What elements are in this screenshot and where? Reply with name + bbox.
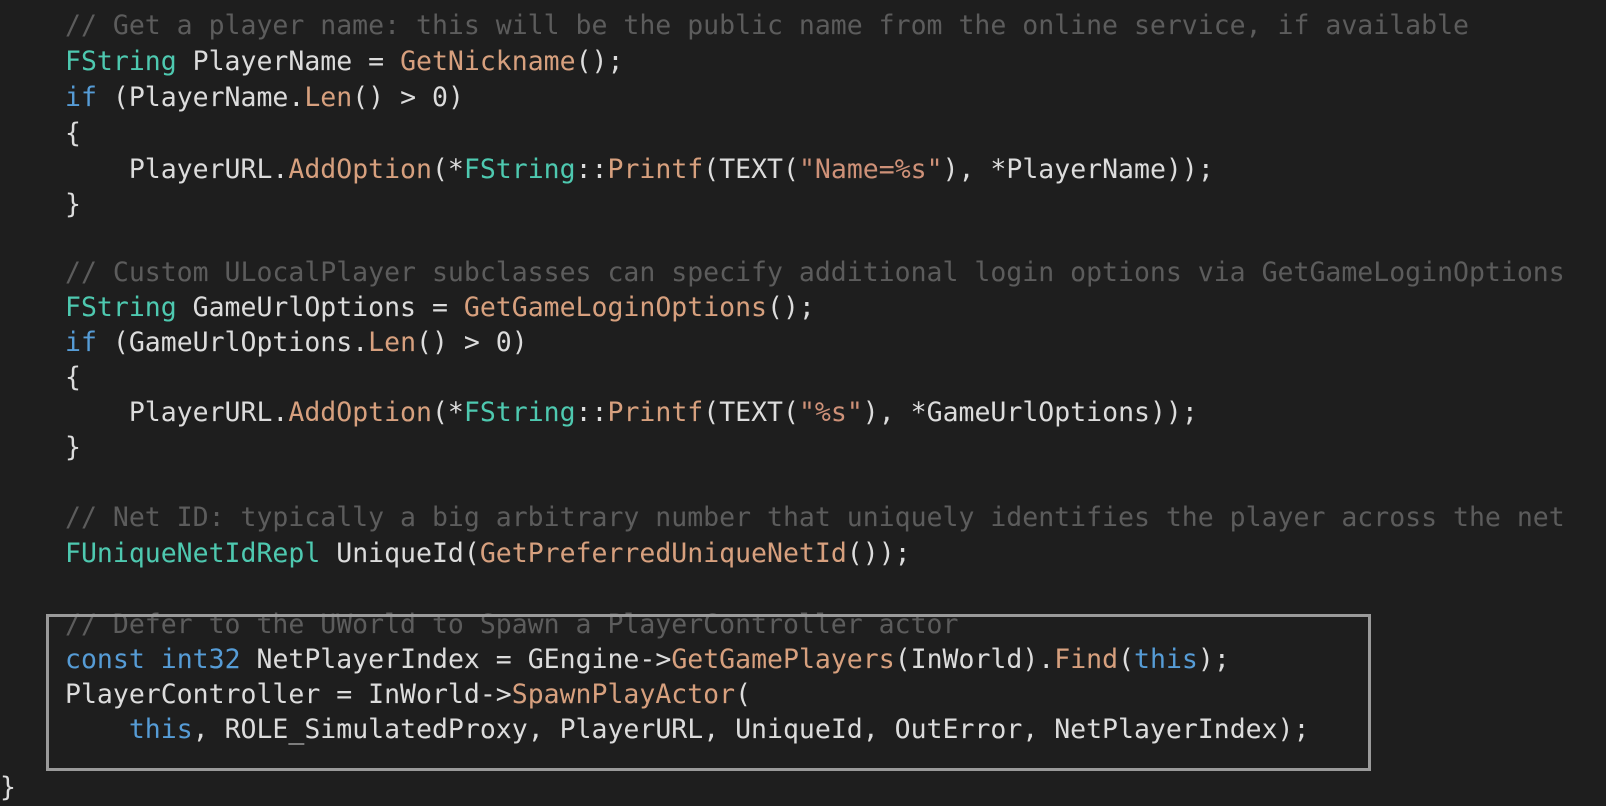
code-token-func: GetGamePlayers (671, 644, 895, 675)
code-token-plain: (GameUrlOptions. (96, 327, 369, 358)
code-token-plain: () > 0) (416, 327, 528, 358)
code-token-keyword: this (128, 714, 193, 745)
code-token-comment: // Net ID: typically a big arbitrary num… (65, 502, 1565, 533)
code-token-keyword: int32 (160, 644, 241, 675)
code-token-plain: ), *PlayerName)); (942, 154, 1214, 185)
code-token-keyword: const (65, 644, 145, 675)
code-line[interactable]: this, ROLE_SimulatedProxy, PlayerURL, Un… (65, 712, 1310, 748)
code-token-comment: // Custom ULocalPlayer subclasses can sp… (65, 257, 1565, 288)
code-token-func: Len (304, 82, 353, 113)
code-line[interactable]: FString PlayerName = GetNickname(); (65, 44, 623, 80)
code-line[interactable]: // Custom ULocalPlayer subclasses can sp… (65, 255, 1565, 291)
code-token-plain: () > 0) (352, 82, 464, 113)
code-line[interactable]: } (65, 187, 81, 223)
code-token-keyword: if (65, 82, 97, 113)
code-token-plain: :: (575, 154, 608, 185)
code-token-keyword: this (1134, 644, 1198, 675)
code-token-plain: PlayerName = (176, 46, 401, 77)
code-token-plain: (PlayerName. (96, 82, 305, 113)
code-line[interactable]: FString GameUrlOptions = GetGameLoginOpt… (65, 290, 815, 326)
code-token-type: FString (463, 397, 576, 428)
code-token-plain: PlayerController = InWorld-> (65, 679, 512, 710)
code-token-plain: { (65, 118, 81, 149)
code-line[interactable]: FUniqueNetIdRepl UniqueId(GetPreferredUn… (65, 536, 911, 572)
code-token-comment: // Get a player name: this will be the p… (65, 10, 1469, 41)
code-token-plain: (); (575, 46, 624, 77)
code-line[interactable]: PlayerController = InWorld->SpawnPlayAct… (65, 677, 751, 713)
code-token-plain: ), *GameUrlOptions)); (862, 397, 1198, 428)
code-token-plain: (* (431, 154, 464, 185)
code-token-keyword: if (65, 327, 97, 358)
code-token-func: SpawnPlayActor (511, 679, 736, 710)
code-token-plain: (TEXT( (703, 397, 799, 428)
code-token-plain: } (65, 189, 81, 220)
code-editor[interactable]: // Get a player name: this will be the p… (0, 0, 1606, 803)
code-token-plain: UniqueId( (320, 538, 480, 569)
code-token-comment: // Defer to the UWorld to Spawn a Player… (65, 609, 959, 640)
code-token-plain: ()); (846, 538, 911, 569)
code-token-func: GetNickname (400, 46, 576, 77)
code-token-plain: } (65, 432, 81, 463)
code-token-plain: (); (767, 292, 815, 323)
code-token-func: Find (1054, 644, 1119, 675)
code-token-func: Printf (607, 397, 704, 428)
code-line[interactable]: PlayerURL.AddOption(*FString::Printf(TEX… (65, 395, 1198, 431)
code-token-plain: GameUrlOptions = (176, 292, 464, 323)
code-line[interactable]: // Get a player name: this will be the p… (65, 8, 1469, 44)
code-token-string: "Name=%s" (798, 154, 943, 185)
code-token-plain: ); (1197, 644, 1230, 675)
code-line[interactable]: { (65, 360, 81, 396)
code-token-func: Printf (607, 154, 704, 185)
code-token-plain: (TEXT( (703, 154, 799, 185)
code-token-plain: NetPlayerIndex = GEngine-> (240, 644, 672, 675)
code-token-func: Len (368, 327, 417, 358)
code-token-type: FUniqueNetIdRepl (65, 538, 321, 569)
code-token-func: AddOption (288, 154, 432, 185)
code-line[interactable]: if (PlayerName.Len() > 0) (65, 80, 464, 116)
code-line[interactable]: const int32 NetPlayerIndex = GEngine->Ge… (65, 642, 1230, 678)
code-token-plain: ( (1118, 644, 1135, 675)
code-line[interactable]: // Net ID: typically a big arbitrary num… (65, 500, 1565, 536)
closing-brace: } (0, 772, 16, 803)
code-token-plain: ( (735, 679, 752, 710)
code-line[interactable]: PlayerURL.AddOption(*FString::Printf(TEX… (65, 152, 1214, 188)
code-line[interactable]: if (GameUrlOptions.Len() > 0) (65, 325, 528, 361)
code-token-plain: , ROLE_SimulatedProxy, PlayerURL, Unique… (192, 714, 1310, 745)
code-line[interactable]: { (65, 116, 81, 152)
code-token-string: "%s" (798, 397, 863, 428)
code-token-plain: (InWorld). (894, 644, 1055, 675)
code-token-plain: PlayerURL. (65, 154, 289, 185)
code-token-plain: PlayerURL. (65, 397, 289, 428)
code-token-plain: (* (431, 397, 464, 428)
code-token-type: FString (65, 292, 177, 323)
code-token-plain: :: (575, 397, 608, 428)
code-token-type: FString (463, 154, 576, 185)
code-line[interactable]: } (65, 430, 81, 466)
code-token-func: GetPreferredUniqueNetId (479, 538, 847, 569)
code-line[interactable]: // Defer to the UWorld to Spawn a Player… (65, 607, 958, 643)
code-token-func: GetGameLoginOptions (463, 292, 768, 323)
code-token-func: AddOption (288, 397, 432, 428)
code-token-type: FString (65, 46, 177, 77)
code-token-plain: { (65, 362, 81, 393)
